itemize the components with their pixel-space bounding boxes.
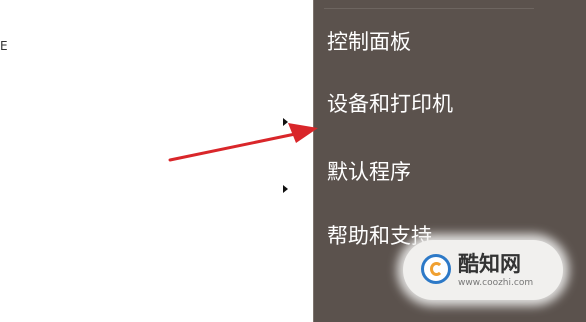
watermark-url: www.coozhi.com xyxy=(458,278,534,288)
coozhi-logo-inner xyxy=(430,262,443,276)
arrow-shaft xyxy=(168,131,302,162)
watermark: 酷知网 www.coozhi.com xyxy=(403,240,563,300)
watermark-title: 酷知网 xyxy=(458,252,521,276)
arrow-head-icon xyxy=(288,123,318,143)
coozhi-logo-icon xyxy=(421,254,451,284)
